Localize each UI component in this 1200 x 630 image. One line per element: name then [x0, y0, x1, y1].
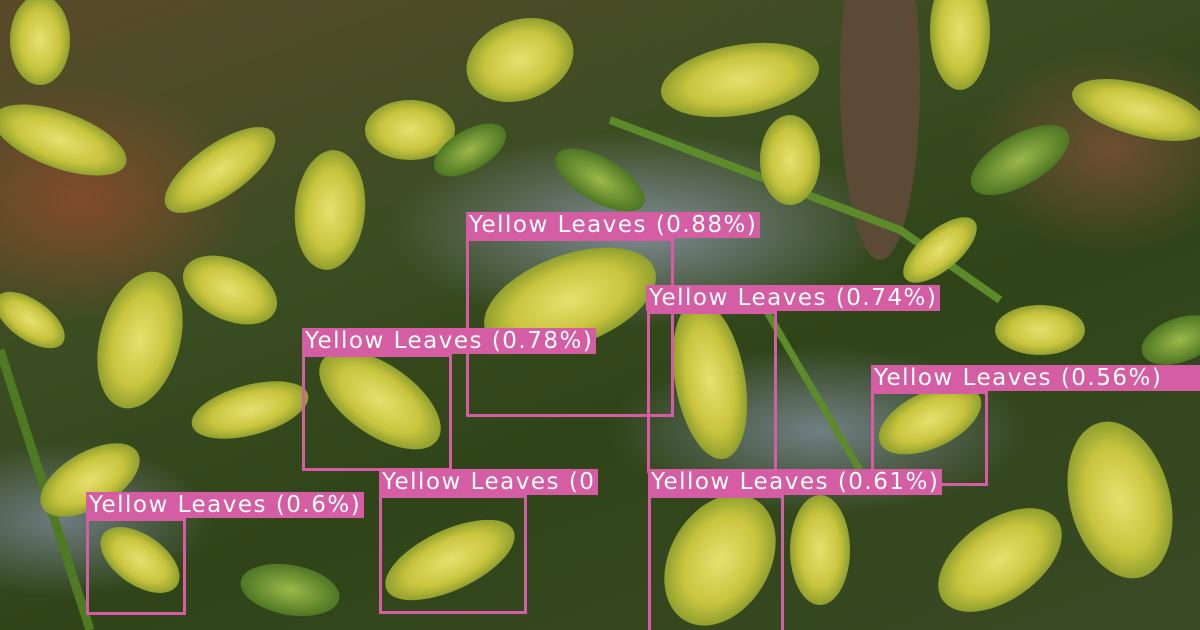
detection-box: [379, 495, 527, 614]
detection-box: [648, 495, 784, 630]
detection-label: Yellow Leaves (0.88%): [466, 212, 761, 238]
detection-box: [302, 354, 452, 471]
detection-label: Yellow Leaves (0.74%): [646, 285, 941, 311]
detection-label: Yellow Leaves (0.61%): [648, 469, 943, 495]
detection-box: [647, 311, 777, 473]
detection-label: Yellow Leaves (0.78%): [302, 328, 597, 354]
detection-label: Yellow Leaves (0: [379, 469, 599, 495]
detection-box: [86, 518, 186, 615]
detection-label: Yellow Leaves (0.56%): [871, 365, 1200, 391]
detection-label: Yellow Leaves (0.6%): [86, 492, 365, 518]
photo-scene: Yellow Leaves (0.88%) Yellow Leaves (0.7…: [0, 0, 1200, 630]
